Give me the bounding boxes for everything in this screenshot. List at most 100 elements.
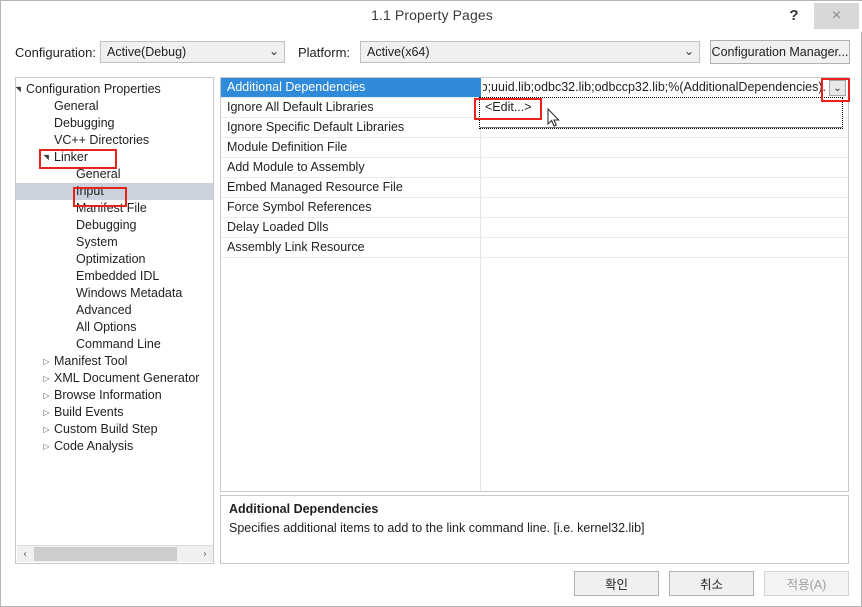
tree-item-custom-build-step[interactable]: ▷Custom Build Step xyxy=(16,421,213,438)
ok-button[interactable]: 확인 xyxy=(574,571,659,596)
platform-select[interactable]: Active(x64) ⌄ xyxy=(360,41,700,63)
tree-item-label: All Options xyxy=(76,320,136,334)
dropdown-item-edit[interactable]: <Edit...> xyxy=(481,99,842,116)
value-dropdown-button[interactable]: ⌄ xyxy=(829,80,846,96)
property-name: Ignore Specific Default Libraries xyxy=(227,120,404,134)
property-name: Ignore All Default Libraries xyxy=(227,100,374,114)
description-title: Additional Dependencies xyxy=(229,502,378,516)
tree-item-label: XML Document Generator xyxy=(54,371,199,385)
tree-horizontal-scrollbar[interactable]: ‹ › xyxy=(17,545,213,562)
tree-item-all-options[interactable]: All Options xyxy=(16,319,213,336)
tree-item-label: Code Analysis xyxy=(54,439,133,453)
apply-button: 적용(A) xyxy=(764,571,849,596)
property-name: Force Symbol References xyxy=(227,200,372,214)
property-row[interactable]: Delay Loaded Dlls xyxy=(221,218,848,238)
property-grid[interactable]: Additional Dependencies .lib;uuid.lib;odb… xyxy=(220,77,849,492)
tree-item-input[interactable]: Input xyxy=(16,183,213,200)
row-divider xyxy=(221,257,848,258)
tree-item-command-line[interactable]: Command Line xyxy=(16,336,213,353)
chevron-right-icon[interactable]: ▷ xyxy=(41,353,52,370)
tree-item-system[interactable]: System xyxy=(16,234,213,251)
tree-node-list: ◢Configuration PropertiesGeneralDebuggin… xyxy=(16,81,213,455)
platform-value: Active(x64) xyxy=(367,45,430,59)
property-name: Delay Loaded Dlls xyxy=(227,220,328,234)
help-icon[interactable]: ? xyxy=(781,2,807,28)
property-row[interactable]: Additional Dependencies .lib;uuid.lib;odb… xyxy=(221,78,848,98)
chevron-down-icon[interactable]: ◢ xyxy=(38,152,55,163)
tree-item-label: General xyxy=(76,167,120,181)
tree-item-label: VC++ Directories xyxy=(54,133,149,147)
tree-item-general[interactable]: General xyxy=(16,166,213,183)
configuration-select[interactable]: Active(Debug) ⌄ xyxy=(100,41,285,63)
chevron-right-icon[interactable]: ▷ xyxy=(41,438,52,455)
tree-item-linker[interactable]: ◢Linker xyxy=(16,149,213,166)
configuration-properties-tree[interactable]: ◢Configuration PropertiesGeneralDebuggin… xyxy=(15,77,214,564)
tree-item-windows-metadata[interactable]: Windows Metadata xyxy=(16,285,213,302)
scroll-right-icon[interactable]: › xyxy=(197,546,213,562)
configuration-value: Active(Debug) xyxy=(107,45,186,59)
tree-item-build-events[interactable]: ▷Build Events xyxy=(16,404,213,421)
chevron-down-icon: ⌄ xyxy=(684,44,694,58)
property-row[interactable]: Assembly Link Resource xyxy=(221,238,848,258)
chevron-down-icon: ⌄ xyxy=(269,44,279,58)
tree-item-label: Configuration Properties xyxy=(26,82,161,96)
tree-item-browse-information[interactable]: ▷Browse Information xyxy=(16,387,213,404)
cancel-button[interactable]: 취소 xyxy=(669,571,754,596)
tree-item-label: Linker xyxy=(54,150,88,164)
property-name: Assembly Link Resource xyxy=(227,240,365,254)
property-name: Add Module to Assembly xyxy=(227,160,365,174)
tree-item-label: Advanced xyxy=(76,303,132,317)
tree-item-label: General xyxy=(54,99,98,113)
property-row[interactable]: Embed Managed Resource File xyxy=(221,178,848,198)
property-pages-dialog: 1.1 Property Pages ? × Configuration: Ac… xyxy=(0,0,862,607)
chevron-right-icon[interactable]: ▷ xyxy=(41,421,52,438)
tree-item-optimization[interactable]: Optimization xyxy=(16,251,213,268)
tree-item-advanced[interactable]: Advanced xyxy=(16,302,213,319)
tree-item-label: Manifest File xyxy=(76,201,147,215)
tree-item-label: Windows Metadata xyxy=(76,286,182,300)
description-text: Specifies additional items to add to the… xyxy=(229,520,840,536)
title-bar: 1.1 Property Pages ? × xyxy=(1,1,862,32)
tree-item-configuration-properties[interactable]: ◢Configuration Properties xyxy=(16,81,213,98)
scrollbar-thumb[interactable] xyxy=(34,547,177,561)
tree-item-vc-directories[interactable]: VC++ Directories xyxy=(16,132,213,149)
tree-item-label: Embedded IDL xyxy=(76,269,159,283)
tree-item-debugging[interactable]: Debugging xyxy=(16,115,213,132)
tree-item-xml-document-generator[interactable]: ▷XML Document Generator xyxy=(16,370,213,387)
platform-label: Platform: xyxy=(298,45,350,60)
property-name: Additional Dependencies xyxy=(227,80,365,94)
property-row[interactable]: Add Module to Assembly xyxy=(221,158,848,178)
configuration-manager-button[interactable]: Configuration Manager... xyxy=(710,40,850,64)
tree-item-label: Manifest Tool xyxy=(54,354,127,368)
property-name: Embed Managed Resource File xyxy=(227,180,403,194)
tree-item-general[interactable]: General xyxy=(16,98,213,115)
tree-item-manifest-file[interactable]: Manifest File xyxy=(16,200,213,217)
page-title: 1.1 Property Pages xyxy=(1,7,862,23)
dropdown-divider xyxy=(480,127,842,128)
property-description-panel: Additional Dependencies Specifies additi… xyxy=(220,495,849,564)
tree-item-embedded-idl[interactable]: Embedded IDL xyxy=(16,268,213,285)
tree-item-label: Optimization xyxy=(76,252,145,266)
scroll-left-icon[interactable]: ‹ xyxy=(17,546,33,562)
tree-item-debugging[interactable]: Debugging xyxy=(16,217,213,234)
chevron-right-icon[interactable]: ▷ xyxy=(41,404,52,421)
tree-item-label: Custom Build Step xyxy=(54,422,158,436)
tree-item-manifest-tool[interactable]: ▷Manifest Tool xyxy=(16,353,213,370)
configuration-label: Configuration: xyxy=(15,45,96,60)
close-icon[interactable]: × xyxy=(814,3,859,29)
chevron-right-icon[interactable]: ▷ xyxy=(41,370,52,387)
tree-item-label: Debugging xyxy=(54,116,114,130)
tree-item-label: Command Line xyxy=(76,337,161,351)
tree-item-label: Input xyxy=(76,184,104,198)
tree-item-label: Build Events xyxy=(54,405,123,419)
chevron-right-icon[interactable]: ▷ xyxy=(41,387,52,404)
tree-item-label: Debugging xyxy=(76,218,136,232)
additional-dependencies-dropdown-popup[interactable]: <Edit...> xyxy=(479,97,843,129)
property-row[interactable]: Force Symbol References xyxy=(221,198,848,218)
property-value: .lib;uuid.lib;odbc32.lib;odbccp32.lib;%(… xyxy=(483,80,826,94)
property-row[interactable]: Module Definition File xyxy=(221,138,848,158)
tree-item-label: Browse Information xyxy=(54,388,162,402)
tree-item-code-analysis[interactable]: ▷Code Analysis xyxy=(16,438,213,455)
property-name: Module Definition File xyxy=(227,140,347,154)
configuration-toolbar: Configuration: Active(Debug) ⌄ Platform:… xyxy=(15,34,849,70)
